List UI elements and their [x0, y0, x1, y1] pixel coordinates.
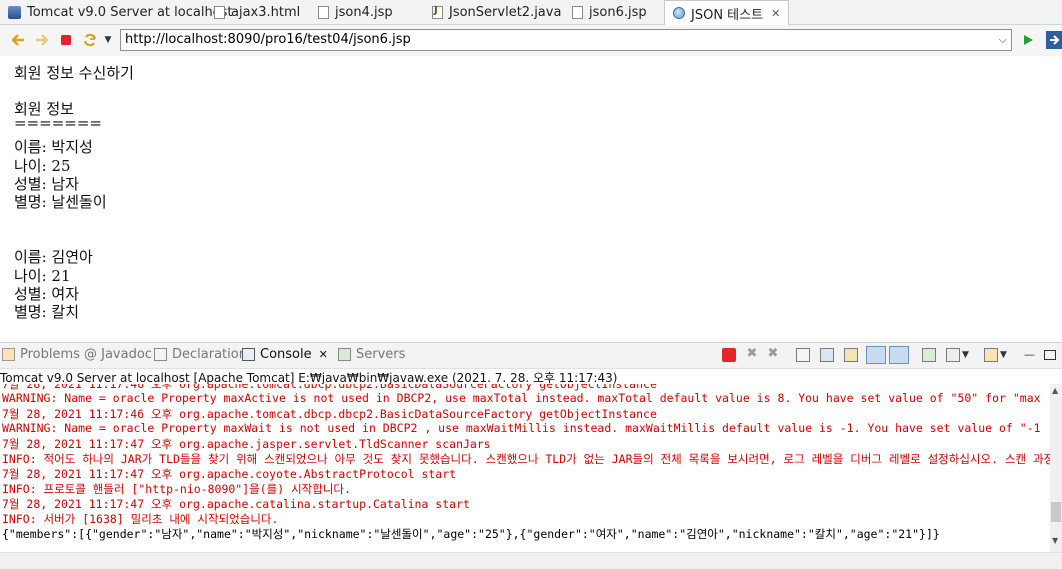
clear-console-icon[interactable] [796, 348, 810, 362]
html-file-icon [214, 5, 225, 19]
stop-icon [61, 35, 71, 45]
refresh-button[interactable] [82, 32, 98, 48]
pin-console-icon[interactable] [922, 348, 936, 362]
console-line: 7월 28, 2021 11:17:46 오후 org.apache.tomca… [2, 407, 657, 421]
tab-label: Console [260, 347, 312, 362]
url-bar[interactable]: http://localhost:8090/pro16/test04/json6… [120, 29, 1012, 51]
stop-button[interactable] [58, 32, 74, 48]
show-on-stdout-icon[interactable] [866, 346, 886, 364]
console-line: 7월 28, 2021 11:17:47 오후 org.apache.catal… [2, 497, 470, 511]
tab-tomcat-server[interactable]: Tomcat v9.0 Server at localhost [8, 0, 233, 24]
tab-json6-jsp[interactable]: json6.jsp [572, 0, 647, 24]
declaration-icon [154, 348, 167, 361]
go-button[interactable] [1020, 32, 1036, 48]
chevron-down-icon[interactable]: ⌵ [999, 30, 1007, 50]
tab-servers[interactable]: Servers [338, 347, 405, 362]
tab-label: ajax3.html [231, 4, 301, 20]
word-wrap-icon[interactable] [844, 348, 858, 362]
problems-icon [2, 348, 15, 361]
java-file-icon [432, 5, 443, 19]
terminate-icon[interactable] [722, 348, 736, 362]
tab-label: json4.jsp [335, 4, 393, 20]
maximize-view-icon[interactable] [1044, 350, 1056, 360]
play-icon [1024, 35, 1033, 45]
jsp-file-icon [318, 5, 329, 19]
console-line: WARNING: Name = oracle Property maxActiv… [2, 391, 1041, 405]
close-view-icon[interactable]: ✕ [319, 348, 328, 361]
console-line: 7월 28, 2021 11:17:47 오후 org.apache.coyot… [2, 467, 457, 481]
console-vertical-scrollbar[interactable]: ▲ ▼ [1050, 384, 1062, 552]
tab-label: Declaration [172, 347, 247, 362]
console-line: INFO: 서버가 [1638] 밀리초 내에 시작되었습니다. [2, 512, 279, 526]
scroll-lock-icon[interactable] [820, 348, 834, 362]
forward-arrow-icon [36, 34, 49, 46]
tab-label: json6.jsp [589, 4, 647, 20]
member-1-name: 이름: 박지성 [14, 138, 93, 156]
show-on-stderr-icon[interactable] [889, 346, 909, 364]
member-2-name: 이름: 김연아 [14, 248, 93, 266]
chevron-down-icon[interactable]: ▼ [1000, 348, 1014, 362]
browser-toolbar: ▼ http://localhost:8090/pro16/test04/jso… [0, 25, 1062, 57]
refresh-dropdown-icon[interactable]: ▼ [100, 32, 116, 48]
tab-json-test[interactable]: JSON 테스트 ✕ [664, 0, 790, 25]
open-console-icon[interactable] [984, 348, 998, 362]
tab-label: JsonServlet2.java [449, 4, 562, 20]
editor-tab-bar: Tomcat v9.0 Server at localhost ajax3.ht… [0, 0, 1062, 25]
remove-launch-icon[interactable]: ✖ [745, 347, 759, 362]
tab-jsonservlet2-java[interactable]: JsonServlet2.java [432, 0, 561, 24]
tab-label: JSON 테스트 [691, 7, 764, 23]
console-line: INFO: 적어도 하나의 JAR가 TLD들을 찾기 위해 스캔되었으나 아무… [2, 452, 1050, 466]
tab-ajax3-html[interactable]: ajax3.html [214, 0, 300, 24]
tab-problems[interactable]: Problems [2, 347, 80, 362]
tab-label: Servers [356, 347, 406, 362]
minimize-view-icon[interactable]: — [1024, 348, 1038, 362]
tab-console[interactable]: Console ✕ [242, 347, 328, 362]
member-2-nickname: 별명: 칼치 [14, 303, 80, 321]
scroll-down-icon[interactable]: ▼ [1052, 536, 1058, 545]
console-horizontal-scrollbar[interactable] [0, 552, 1062, 569]
refresh-icon [83, 33, 97, 47]
console-line: INFO: 프로토콜 핸들러 ["http-nio-8090"]을(를) 시작합… [2, 482, 351, 496]
member-1-nickname: 별명: 날센돌이 [14, 193, 107, 211]
close-tab-icon[interactable]: ✕ [771, 7, 780, 20]
back-arrow-icon [11, 34, 24, 46]
server-icon [8, 5, 21, 19]
console-line-json: {"members":[{"gender":"남자","name":"박지성",… [2, 527, 940, 541]
scroll-up-icon[interactable]: ▲ [1052, 386, 1058, 395]
separator-text: ======= [14, 114, 102, 132]
jsp-file-icon [572, 5, 583, 19]
tab-label: Tomcat v9.0 Server at localhost [27, 4, 233, 20]
console-output[interactable]: 7월 28, 2021 11:17:46 오후 org.apache.tomca… [0, 384, 1050, 552]
url-text: http://localhost:8090/pro16/test04/json6… [125, 32, 411, 47]
console-line: 7월 28, 2021 11:17:47 오후 org.apache.jaspe… [2, 437, 491, 451]
web-browser-icon [1050, 35, 1060, 45]
page-heading: 회원 정보 수신하기 [14, 64, 134, 82]
console-icon [242, 348, 255, 361]
forward-button[interactable] [34, 32, 50, 48]
scrollbar-thumb[interactable] [1051, 502, 1061, 522]
remove-all-launches-icon[interactable]: ✖ [766, 347, 780, 362]
display-console-icon[interactable] [946, 348, 960, 362]
chevron-down-icon[interactable]: ▼ [962, 348, 976, 362]
browser-page: 회원 정보 수신하기 회원 정보 ======= 이름: 박지성 나이: 25 … [0, 56, 1062, 336]
tab-label: Problems [20, 347, 80, 362]
console-line: WARNING: Name = oracle Property maxWait … [2, 421, 1041, 435]
tab-json4-jsp[interactable]: json4.jsp [318, 0, 393, 24]
globe-icon [673, 7, 685, 19]
back-button[interactable] [10, 32, 26, 48]
tab-label: @ Javadoc [84, 347, 152, 362]
tab-javadoc[interactable]: @ Javadoc [84, 347, 152, 362]
servers-icon [338, 348, 351, 361]
tab-declaration[interactable]: Declaration [154, 347, 247, 362]
browser-menu-button[interactable] [1046, 31, 1062, 49]
view-tab-bar: Problems @ Javadoc Declaration Console ✕… [0, 342, 1062, 369]
console-process-label: Tomcat v9.0 Server at localhost [Apache … [0, 369, 1062, 385]
